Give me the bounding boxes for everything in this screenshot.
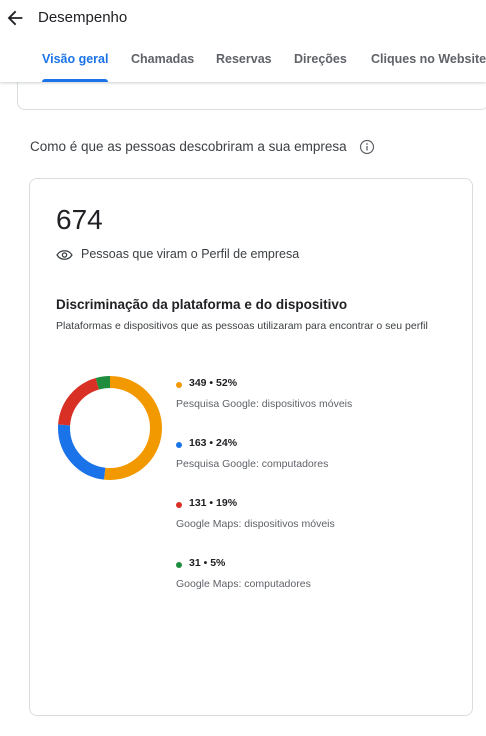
- tab-directions[interactable]: Direções: [294, 44, 347, 82]
- legend-value: 349 • 52%: [189, 377, 238, 389]
- legend-value: 131 • 19%: [189, 497, 238, 509]
- breakdown-title: Discriminação da plataforma e do disposi…: [56, 297, 348, 312]
- eye-icon: [56, 250, 73, 260]
- legend-dot-red: [176, 502, 182, 508]
- tab-bar: Visão geral Chamadas Reservas Direções C…: [0, 44, 486, 82]
- total-views-label: Pessoas que viram o Perfil de empresa: [81, 247, 300, 261]
- donut-chart: [58, 376, 162, 480]
- top-bar: Desempenho Visão geral Chamadas Reservas…: [0, 0, 486, 82]
- legend-item: 349 • 52% Pesquisa Google: dispositivos …: [176, 377, 456, 417]
- legend-label: Pesquisa Google: computadores: [176, 458, 329, 470]
- legend-dot-blue: [176, 442, 182, 448]
- legend-dot-orange: [176, 382, 182, 388]
- legend-item: 131 • 19% Google Maps: dispositivos móve…: [176, 497, 456, 537]
- info-icon[interactable]: [359, 139, 375, 155]
- legend-value: 163 • 24%: [189, 437, 238, 449]
- tab-bookings[interactable]: Reservas: [216, 44, 272, 82]
- legend-dot-green: [176, 562, 182, 568]
- total-views-value: 674: [56, 204, 103, 235]
- legend-value: 31 • 5%: [189, 557, 226, 569]
- legend-item: 163 • 24% Pesquisa Google: computadores: [176, 437, 456, 477]
- legend-label: Pesquisa Google: dispositivos móveis: [176, 398, 353, 410]
- legend-label: Google Maps: dispositivos móveis: [176, 518, 335, 530]
- arrow-back-icon[interactable]: [4, 7, 26, 29]
- legend-item: 31 • 5% Google Maps: computadores: [176, 557, 456, 597]
- page-title: Desempenho: [38, 9, 128, 26]
- section-title: Como é que as pessoas descobriram a sua …: [30, 139, 347, 154]
- breakdown-subtitle: Plataformas e dispositivos que as pessoa…: [56, 320, 428, 332]
- tab-calls[interactable]: Chamadas: [131, 44, 194, 82]
- tab-overview[interactable]: Visão geral: [42, 44, 109, 82]
- legend-label: Google Maps: computadores: [176, 578, 311, 590]
- tab-website-clicks[interactable]: Cliques no Website: [371, 44, 486, 82]
